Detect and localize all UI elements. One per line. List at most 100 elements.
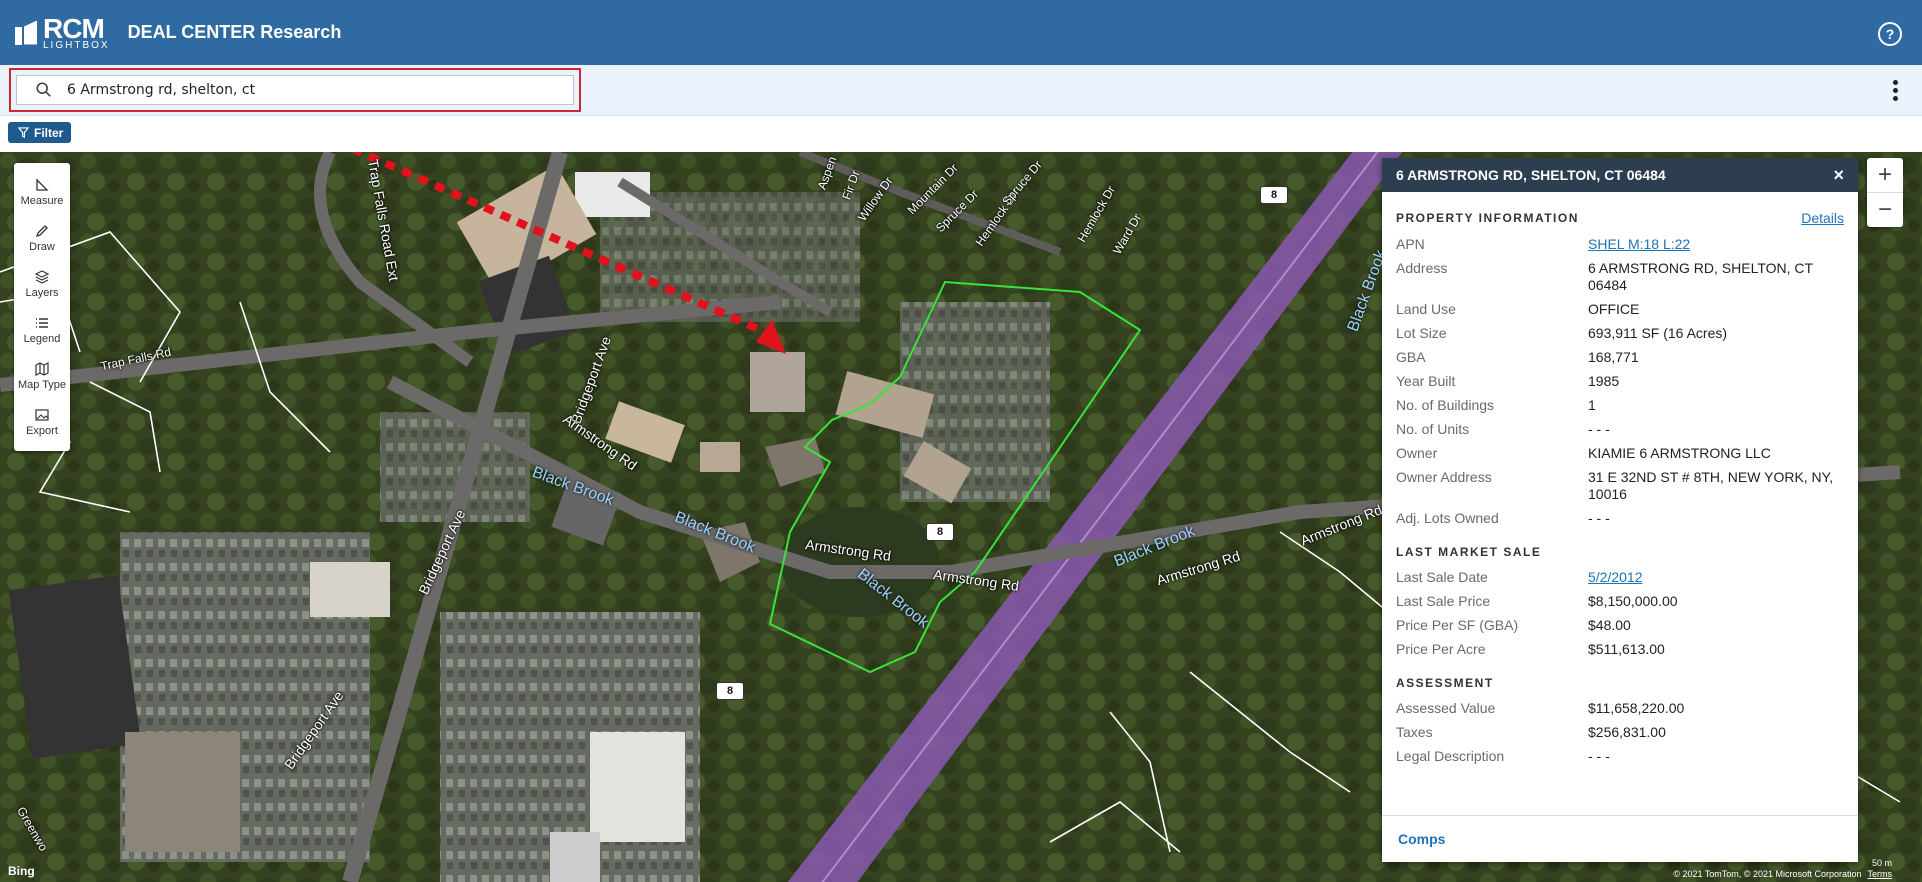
info-value-link[interactable]: 5/2/2012: [1588, 569, 1643, 586]
panel-header: 6 ARMSTRONG RD, SHELTON, CT 06484 ×: [1382, 158, 1858, 192]
info-row: Price Per Acre $511,613.00: [1396, 641, 1844, 658]
info-label: No. of Buildings: [1396, 397, 1495, 413]
app-header: RCM LIGHTBOX DEAL CENTER Research ?: [0, 0, 1922, 65]
info-row: Land Use OFFICE: [1396, 301, 1844, 318]
info-row: Owner KIAMIE 6 ARMSTRONG LLC: [1396, 445, 1844, 462]
map-attribution: © 2021 TomTom, © 2021 Microsoft Corporat…: [1673, 869, 1892, 879]
details-link[interactable]: Details: [1801, 210, 1844, 226]
section-heading: LAST MARKET SALE: [1396, 545, 1844, 559]
info-value: OFFICE: [1588, 301, 1640, 317]
comps-link[interactable]: Comps: [1398, 831, 1445, 847]
info-label: Lot Size: [1396, 325, 1447, 341]
info-value: KIAMIE 6 ARMSTRONG LLC: [1588, 445, 1771, 461]
info-row: Legal Description - - -: [1396, 748, 1844, 765]
legend-tool[interactable]: Legend: [14, 307, 70, 353]
section-heading: ASSESSMENT: [1396, 676, 1844, 690]
filter-button[interactable]: Filter: [8, 122, 72, 143]
close-icon[interactable]: ×: [1833, 165, 1844, 186]
info-row: Owner Address 31 E 32ND ST # 8TH, NEW YOR…: [1396, 469, 1844, 503]
terms-link[interactable]: Terms: [1868, 869, 1893, 879]
layers-icon: [35, 269, 49, 284]
help-button[interactable]: ?: [1878, 22, 1902, 46]
ruler-icon: [36, 177, 49, 191]
app-title: DEAL CENTER Research: [127, 22, 342, 42]
layers-tool[interactable]: Layers: [14, 261, 70, 307]
logo-subtext: LIGHTBOX: [43, 39, 110, 51]
info-label: Legal Description: [1396, 748, 1505, 764]
info-row: Address 6 ARMSTRONG RD, SHELTON, CT 06484: [1396, 260, 1844, 294]
info-value: 31 E 32ND ST # 8TH, NEW YORK, NY, 10016: [1588, 469, 1834, 502]
zoom-in-button[interactable]: +: [1867, 158, 1903, 192]
info-value: - - -: [1588, 510, 1610, 526]
section-heading: PROPERTY INFORMATION Details: [1396, 210, 1844, 226]
info-row: Taxes $256,831.00: [1396, 724, 1844, 741]
info-label: Address: [1396, 260, 1448, 276]
zoom-out-button[interactable]: −: [1867, 192, 1903, 227]
rcm-lightbox-logo[interactable]: RCM LIGHTBOX: [15, 12, 110, 51]
info-label: Assessed Value: [1396, 700, 1496, 716]
map-type-tool[interactable]: Map Type: [14, 353, 70, 399]
assessment-section: ASSESSMENT Assessed Value $11,658,220.00 Ta…: [1396, 676, 1844, 765]
help-icon: ?: [1885, 26, 1895, 42]
info-label: Taxes: [1396, 724, 1433, 740]
route-shield: 8: [926, 523, 954, 541]
info-value: $511,613.00: [1588, 641, 1665, 657]
info-label: Land Use: [1396, 301, 1456, 317]
info-value: $11,658,220.00: [1588, 700, 1685, 716]
measure-tool[interactable]: Measure: [14, 169, 70, 215]
filter-row: Filter: [0, 116, 1922, 152]
info-value: - - -: [1588, 748, 1610, 764]
info-value: 1985: [1588, 373, 1620, 389]
map-icon: [35, 361, 49, 376]
map-toolbar: Measure Draw Layers Legend Map Type Expo…: [14, 163, 70, 451]
last-market-sale-section: LAST MARKET SALE Last Sale Date 5/2/2012 La…: [1396, 545, 1844, 658]
section-heading-text: PROPERTY INFORMATION: [1396, 211, 1579, 225]
info-value: 168,771: [1588, 349, 1639, 365]
panel-footer: Comps: [1382, 815, 1858, 862]
info-value: 1: [1588, 397, 1596, 413]
more-options-icon[interactable]: [1880, 75, 1910, 105]
route-shield: 8: [716, 682, 744, 700]
info-row: No. of Units - - -: [1396, 421, 1844, 438]
image-icon: [35, 408, 49, 421]
pencil-icon: [35, 224, 48, 237]
draw-tool[interactable]: Draw: [14, 215, 70, 261]
tool-label: Measure: [20, 194, 64, 207]
search-icon: [36, 82, 51, 97]
info-label: Last Sale Price: [1396, 593, 1491, 609]
search-bar-region: [0, 65, 1922, 116]
info-label: GBA: [1396, 349, 1426, 365]
info-value: $8,150,000.00: [1588, 593, 1678, 609]
info-row: No. of Buildings 1: [1396, 397, 1844, 414]
info-label: APN: [1396, 236, 1425, 252]
tool-label: Layers: [25, 286, 59, 299]
export-tool[interactable]: Export: [14, 399, 70, 445]
search-input[interactable]: [65, 81, 549, 99]
info-row: Last Sale Price $8,150,000.00: [1396, 593, 1844, 610]
info-value: 6 ARMSTRONG RD, SHELTON, CT 06484: [1588, 260, 1813, 293]
info-label: No. of Units: [1396, 421, 1470, 437]
logo-text: RCM: [43, 12, 105, 44]
panel-body: PROPERTY INFORMATION Details APN SHEL M:18 …: [1382, 210, 1858, 765]
info-row: Lot Size 693,911 SF (16 Acres): [1396, 325, 1844, 342]
filter-label: Filter: [34, 125, 64, 140]
info-row: GBA 168,771: [1396, 349, 1844, 366]
zoom-controls: + −: [1867, 158, 1903, 227]
info-row: Assessed Value $11,658,220.00: [1396, 700, 1844, 717]
info-label: Owner: [1396, 445, 1438, 461]
info-label: Adj. Lots Owned: [1396, 510, 1499, 526]
property-panel: 6 ARMSTRONG RD, SHELTON, CT 06484 × PROP…: [1382, 158, 1858, 862]
tool-label: Export: [26, 424, 58, 437]
info-label: Year Built: [1396, 373, 1456, 389]
tool-label: Map Type: [17, 378, 67, 391]
tool-label: Draw: [29, 240, 55, 253]
filter-icon: [18, 127, 29, 138]
section-heading-text: ASSESSMENT: [1396, 676, 1494, 690]
info-value: $256,831.00: [1588, 724, 1666, 740]
search-field[interactable]: [16, 75, 574, 105]
info-value: $48.00: [1588, 617, 1631, 633]
list-icon: [36, 317, 48, 328]
route-shield: 8: [1260, 186, 1288, 204]
info-label: Price Per SF (GBA): [1396, 617, 1519, 633]
info-value-link[interactable]: SHEL M:18 L:22: [1588, 236, 1690, 253]
